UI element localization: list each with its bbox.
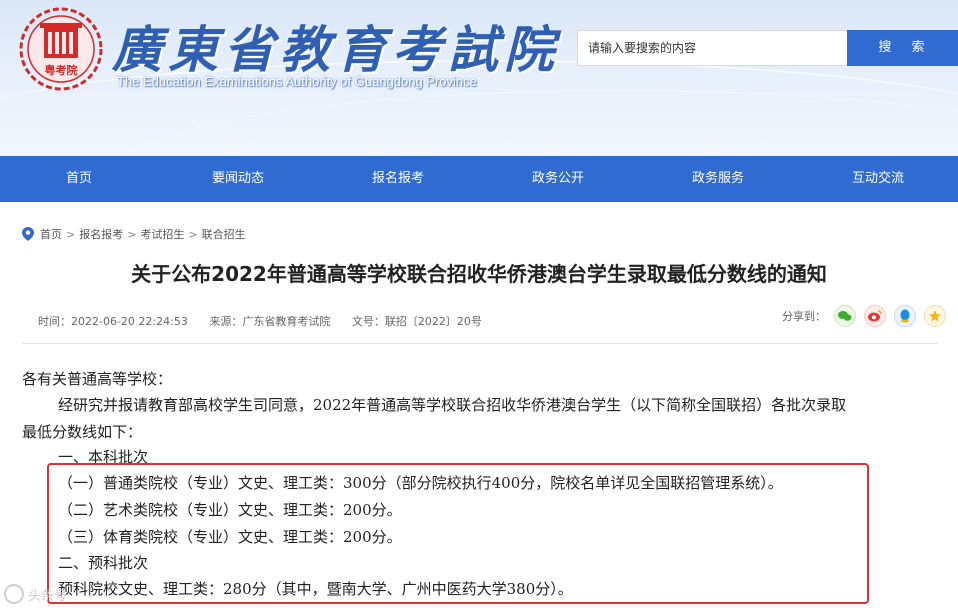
paragraph-line: 经研究并报请教育部高校学生司同意，2022年普通高等学校联合招收华侨港澳台学生（… <box>58 396 847 414</box>
breadcrumb-item-exam-enrollment[interactable]: 考试招生 <box>140 226 184 242</box>
watermark: 头条号 <box>4 584 67 604</box>
share-label: 分享到： <box>782 310 826 323</box>
qq-icon[interactable] <box>894 305 916 327</box>
nav-item-affairs-open[interactable]: 政务公开 <box>498 156 618 202</box>
article-meta: 时间：2022-06-20 22:24:53 来源：广东省教育考试院 文号：联招… <box>38 313 500 329</box>
paragraph-line: 最低分数线如下： <box>22 423 143 441</box>
search-input[interactable]: 请输入要搜索的内容 <box>577 30 847 66</box>
site-subtitle: The Education Examinations Authority of … <box>117 74 477 89</box>
article-title: 关于公布2022年普通高等学校联合招收华侨港澳台学生录取最低分数线的通知 <box>131 262 827 286</box>
wechat-icon[interactable] <box>834 305 856 327</box>
nav-item-services[interactable]: 政务服务 <box>658 156 778 202</box>
nav-item-home[interactable]: 首页 <box>19 156 139 202</box>
highlight-annotation-box <box>47 463 869 604</box>
nav-item-interaction[interactable]: 互动交流 <box>818 156 938 202</box>
weibo-icon[interactable] <box>864 305 886 327</box>
breadcrumb-item-joint-enrollment[interactable]: 联合招生 <box>202 226 246 242</box>
location-pin-icon <box>22 227 34 241</box>
emblem-text: 粤考院 <box>45 63 78 77</box>
watermark-text: 头条号 <box>28 588 68 604</box>
main-nav: 首页 要闻动态 报名报考 政务公开 政务服务 互动交流 <box>0 156 958 202</box>
nav-item-news[interactable]: 要闻动态 <box>178 156 298 202</box>
breadcrumb-item-registration[interactable]: 报名报考 <box>79 226 123 242</box>
document-number: 文号：联招〔2022〕20号 <box>351 315 482 328</box>
site-title: 廣東省教育考試院 <box>112 20 560 79</box>
article-source: 来源：广东省教育考试院 <box>209 315 331 328</box>
authority-emblem-icon: 粤考院 <box>19 7 103 91</box>
breadcrumb-separator: > <box>188 227 198 241</box>
qzone-icon[interactable] <box>924 305 946 327</box>
breadcrumb-separator: > <box>127 227 137 241</box>
breadcrumb-separator: > <box>66 227 76 241</box>
nav-item-registration[interactable]: 报名报考 <box>338 156 458 202</box>
publish-time: 时间：2022-06-20 22:24:53 <box>38 315 188 328</box>
watermark-logo-icon <box>4 584 24 604</box>
share-bar: 分享到： <box>782 305 946 327</box>
meta-divider <box>22 343 938 344</box>
breadcrumb-item-home[interactable]: 首页 <box>40 226 62 242</box>
breadcrumb: 首页 > 报名报考 > 考试招生 > 联合招生 <box>22 226 246 242</box>
site-header: 粤考院 廣東省教育考試院 The Education Examinations … <box>0 0 958 156</box>
greeting-line: 各有关普通高等学校： <box>22 370 173 388</box>
search-button[interactable]: 搜 索 <box>847 30 958 66</box>
